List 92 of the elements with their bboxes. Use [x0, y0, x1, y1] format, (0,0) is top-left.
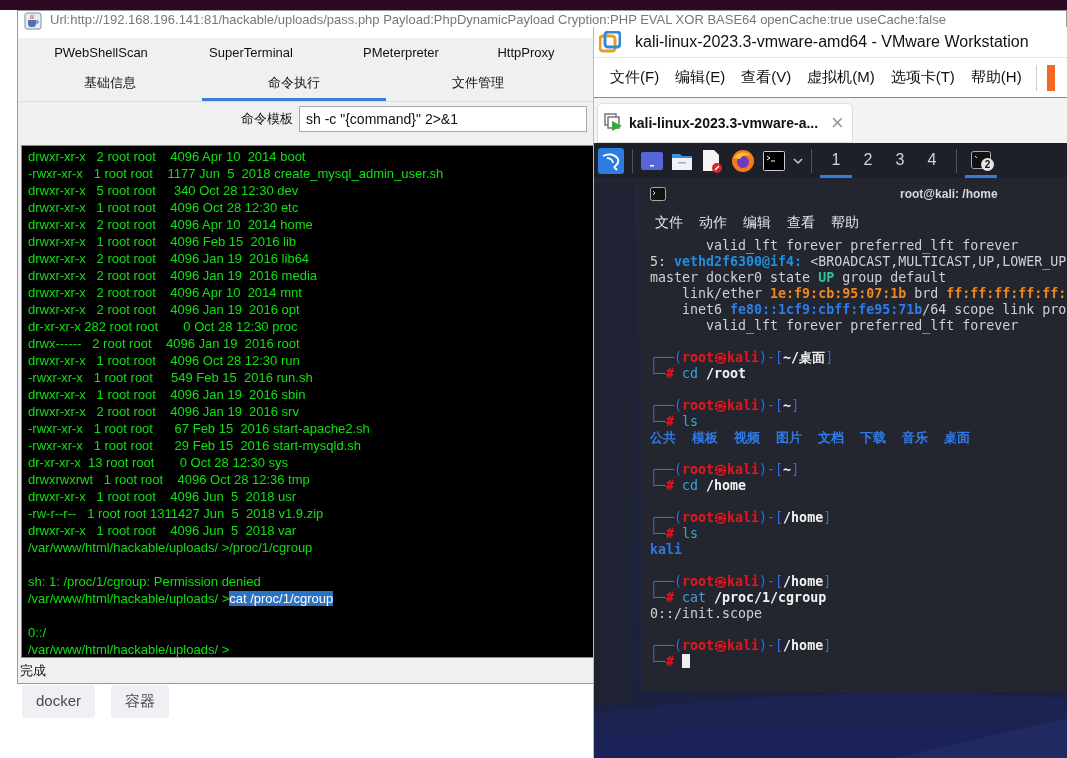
tab[interactable]: 命令执行 — [202, 67, 386, 101]
console-line: drwxr-xr-x 2 root root 4096 Jan 19 2016 media — [28, 266, 318, 284]
terminal-line: inet6 fe80::1cf9:cbff:fe95:71b/64 scope link pro — [681, 302, 1067, 318]
terminal-icon[interactable] — [763, 150, 785, 171]
console-line: -rwxr-xr-x 1 root root 1177 Jun 5 2018 create_mysql_admin_user.sh — [28, 164, 444, 182]
terminal-line: ┌──(root㉿kali)-[/home] — [650, 574, 833, 590]
tag-button[interactable]: docker — [22, 685, 96, 718]
console-line: drwx------ 2 root root 4096 Jan 19 2016 root — [28, 334, 300, 352]
console-line: drwxr-xr-x 1 root root 4096 Feb 15 2016 lib — [28, 232, 297, 250]
terminal-line: ┌──(root㉿kali)-[~] — [650, 398, 801, 414]
terminal-line: kali — [650, 542, 684, 558]
logo-icon — [599, 31, 621, 53]
tag-button[interactable]: 容器 — [111, 685, 170, 718]
workspace-button[interactable]: 2 — [852, 143, 884, 178]
window-title: root@kali: /home — [900, 186, 998, 203]
terminal-line: └─# cd /home — [650, 478, 748, 494]
console-line: drwxr-xr-x 1 root root 4096 Jun 5 2018 var — [28, 521, 297, 539]
terminal-line: 5: vethd2f6300@if4: <BROADCAST,MULTICAST,UP,LOWER_UP — [650, 254, 1067, 270]
terminal-line: └─# ls — [650, 414, 700, 430]
terminal-line: └─# cd /root — [650, 366, 748, 382]
console-line: /var/www/html/hackable/uploads/ > — [28, 640, 230, 657]
console-line: drwxr-xr-x 1 root root 4096 Oct 28 12:30 run — [28, 351, 300, 369]
terminal-line: └─# ls — [650, 526, 700, 542]
window-title: Url:http://192.168.196.141:81/hackable/uploads/pass.php Payload:PhpDynamicPayload Cryption:PHP EVAL XOR BASE64 openCache:true useCache:false — [50, 12, 946, 27]
terminal-line: ┌──(root㉿kali)-[~] — [650, 462, 801, 478]
console-line: drwxr-xr-x 1 root root 4096 Jan 19 2016 sbin — [28, 385, 306, 403]
dragon-logo-icon[interactable] — [598, 147, 624, 174]
vm-play-icon — [604, 113, 624, 133]
terminal-icon — [650, 187, 666, 201]
status-text: 完成 — [19, 661, 47, 680]
menu-item[interactable]: 选项卡(T) — [882, 66, 963, 89]
console-line: drwxr-xr-x 2 root root 4096 Jan 19 2016 opt — [28, 300, 300, 318]
terminal-line: link/ether 1e:f9:cb:95:07:1b brd ff:ff:ff:ff:ff: — [681, 286, 1067, 302]
window-icon[interactable] — [641, 151, 663, 170]
console-line: drwxr-xr-x 2 root root 4096 Apr 10 2014 home — [28, 215, 313, 233]
terminal-line: valid_lft forever preferred_lft forever — [706, 238, 1020, 254]
caret-icon[interactable] — [793, 156, 803, 165]
terminal-line: └─# cat /proc/1/cgroup — [650, 590, 828, 606]
terminal-line: ┌──(root㉿kali)-[~/桌面] — [650, 350, 835, 366]
console-line: dr-xr-xr-x 13 root root 0 Oct 28 12:30 sys — [28, 453, 289, 471]
tab[interactable]: 基础信息 — [18, 67, 202, 101]
console-line: -rwxr-xr-x 1 root root 29 Feb 15 2016 start-mysqld.sh — [28, 436, 362, 454]
terminal-icon — [971, 150, 991, 169]
console-line: drwxr-xr-x 1 root root 4096 Jun 5 2018 usr — [28, 487, 297, 505]
console-line: drwxr-xr-x 1 root root 4096 Oct 28 12:30 etc — [28, 198, 299, 216]
window-title: kali-linux-2023.3-vmware-amd64 - VMware Workstation — [635, 32, 1029, 52]
menu-item[interactable]: 帮助 — [823, 211, 867, 233]
menu-item[interactable]: 动作 — [691, 211, 735, 233]
plugin-tab[interactable]: HttpProxy — [476, 39, 576, 67]
terminal-line: 0::/init.scope — [650, 606, 764, 622]
console-line: sh: 1: /proc/1/cgroup: Permission denied — [28, 572, 261, 590]
console-line: /var/www/html/hackable/uploads/ >/proc/1/cgroup — [28, 538, 313, 556]
workspace-button[interactable]: 4 — [916, 143, 948, 178]
console-line: drwxr-xr-x 2 root root 4096 Apr 10 2014 mnt — [28, 283, 302, 301]
terminal-line: 公共 模板 视频 图片 文档 下载 音乐 桌面 — [650, 430, 972, 446]
taskbar-window-button[interactable]: 2 — [965, 143, 997, 178]
terminal-line: valid_lft forever preferred_lft forever — [705, 318, 1020, 334]
plugin-tab[interactable]: SuperTerminal — [176, 39, 326, 67]
menu-item[interactable]: 查看 — [779, 211, 823, 233]
badge: 2 — [981, 158, 994, 171]
menu-item[interactable]: 文件 — [647, 211, 691, 233]
workspace-button[interactable]: 3 — [884, 143, 916, 178]
menu-item[interactable]: 编辑(E) — [667, 66, 734, 89]
plugin-tab[interactable]: PWebShellScan — [26, 39, 176, 67]
console-line: drwxr-xr-x 2 root root 4096 Apr 10 2014 boot — [28, 147, 306, 165]
vm-tab[interactable]: kali-linux-2023.3-vmware-a... × — [597, 103, 853, 143]
terminal-line: ┌──(root㉿kali)-[/home] — [650, 638, 833, 654]
browser-icon[interactable] — [731, 148, 755, 173]
menu-item[interactable]: 文件(F) — [602, 66, 668, 89]
selected-text: cat /proc/1/cgroup — [229, 590, 334, 606]
menu-item[interactable]: 编辑 — [735, 211, 779, 233]
tab[interactable]: 文件管理 — [386, 67, 570, 101]
console-line: drwxrwxrwt 1 root root 4096 Oct 28 12:36 tmp — [28, 470, 310, 488]
console-line: dr-xr-xr-x 282 root root 0 Oct 28 12:30 proc — [28, 317, 298, 335]
console-line: -rwxr-xr-x 1 root root 67 Feb 15 2016 start-apache2.sh — [28, 419, 370, 437]
terminal-line: ┌──(root㉿kali)-[/home] — [650, 510, 833, 526]
console-line: 0::/ — [28, 623, 47, 641]
menu-item[interactable]: 查看(V) — [733, 66, 800, 89]
command-template-field[interactable]: sh -c "{command}" 2>&1 — [299, 105, 587, 132]
terminal-line: master docker0 state UP group default — [650, 270, 948, 286]
console-line: drwxr-xr-x 2 root root 4096 Jan 19 2016 lib64 — [28, 249, 310, 267]
toolbar-icon[interactable] — [1046, 64, 1055, 91]
console-line: drwxr-xr-x 5 root root 340 Oct 28 12:30 dev — [28, 181, 299, 199]
console-line: -rw-r--r-- 1 root root 1311427 Jun 5 2018 v1.9.zip — [28, 504, 324, 522]
terminal-line: └─# — [650, 654, 1067, 670]
field-label: 命令模板 — [240, 110, 293, 128]
menu-item[interactable]: 帮助(H) — [962, 66, 1030, 89]
plugin-tab[interactable]: PMeterpreter — [326, 39, 476, 67]
console-line: drwxr-xr-x 2 root root 4096 Jan 19 2016 srv — [28, 402, 299, 420]
document-icon[interactable] — [701, 148, 723, 173]
menu-item[interactable]: 虚拟机(M) — [799, 66, 883, 89]
console-line: -rwxr-xr-x 1 root root 549 Feb 15 2016 run.sh — [28, 368, 313, 386]
